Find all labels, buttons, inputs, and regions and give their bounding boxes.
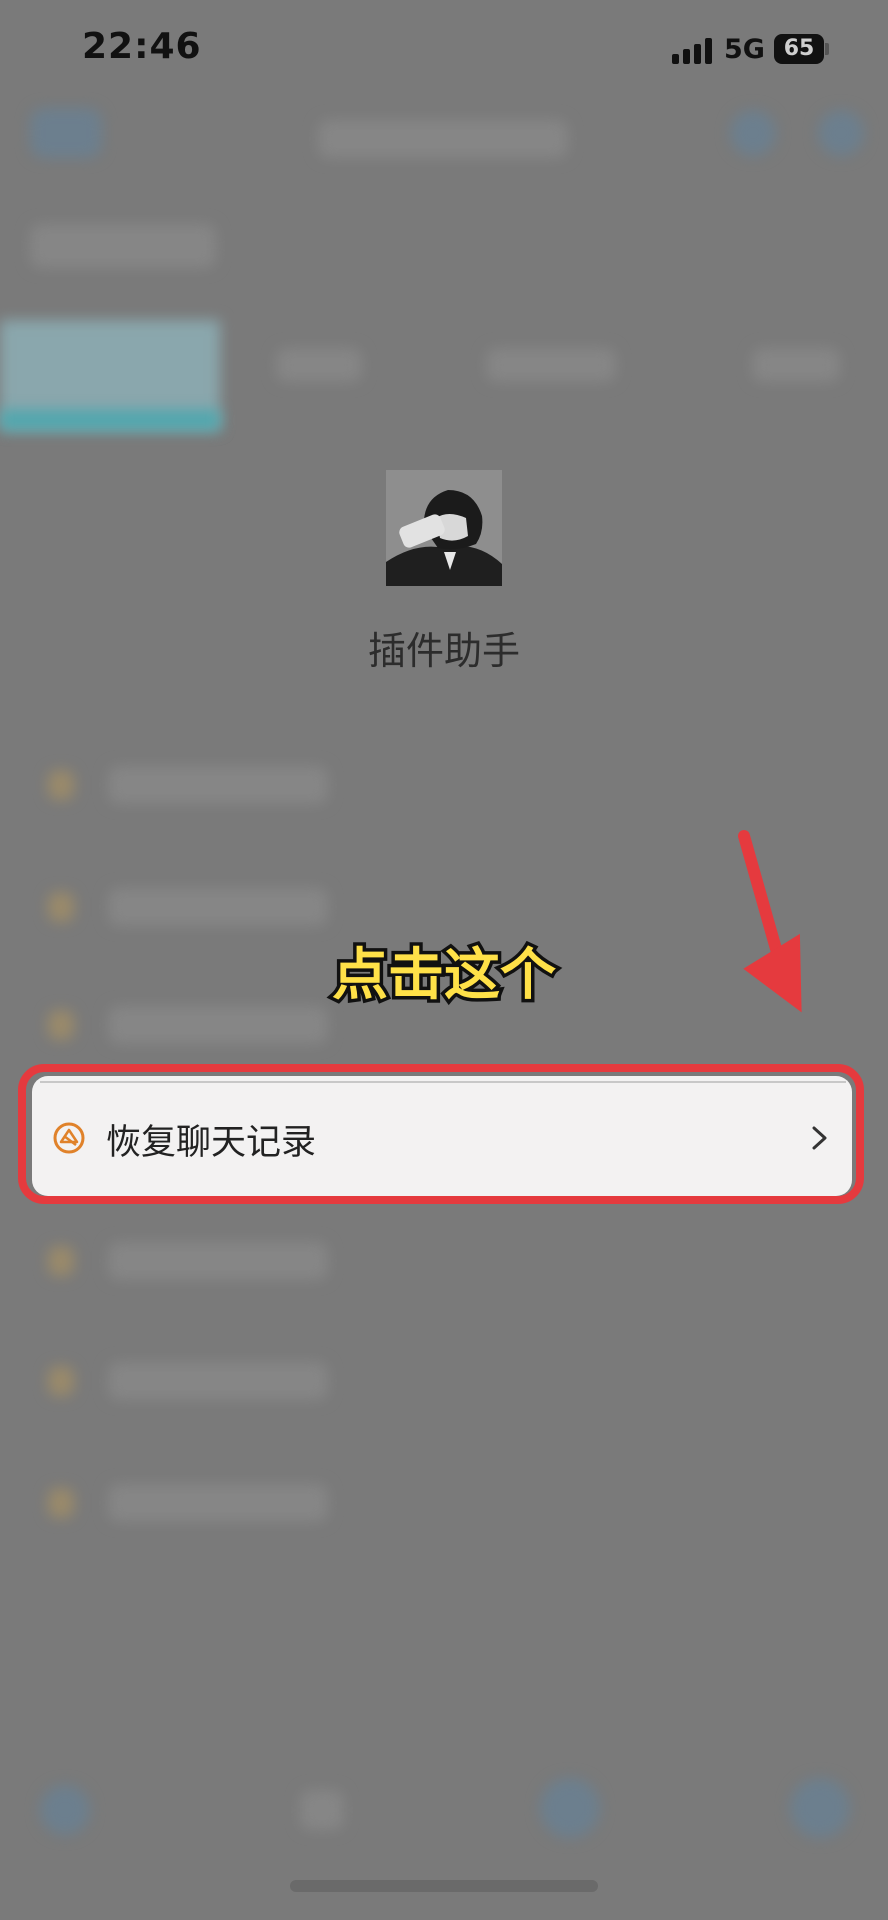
tab-bar-icon (300, 1790, 344, 1830)
list-item (48, 1358, 328, 1404)
status-time: 22:46 (82, 26, 202, 67)
signal-icon (672, 38, 716, 64)
network-label: 5G (724, 34, 765, 65)
list-item (48, 884, 328, 930)
tab-placeholder (486, 348, 616, 382)
list-item (48, 1480, 328, 1526)
nav-action-icon (730, 110, 776, 156)
tab-bar-icon (40, 1785, 90, 1835)
tab-placeholder (276, 348, 362, 382)
section-heading-placeholder (30, 224, 216, 268)
highlight-frame (18, 1064, 864, 1204)
tab-indicator (0, 410, 220, 430)
list-item (48, 1238, 328, 1284)
back-icon (30, 108, 102, 158)
battery-cap (825, 43, 829, 55)
profile-name: 插件助手 (367, 629, 520, 673)
avatar (386, 470, 502, 586)
battery-icon: 65 (774, 34, 824, 64)
list-item (48, 762, 328, 808)
tab-bar-icon (540, 1778, 600, 1838)
nav-more-icon (818, 110, 864, 156)
tab-bar-icon (790, 1778, 850, 1838)
home-indicator (290, 1880, 598, 1892)
arrow-icon (738, 830, 802, 1013)
tab-placeholder (752, 348, 840, 382)
nav-title-placeholder (318, 120, 568, 158)
